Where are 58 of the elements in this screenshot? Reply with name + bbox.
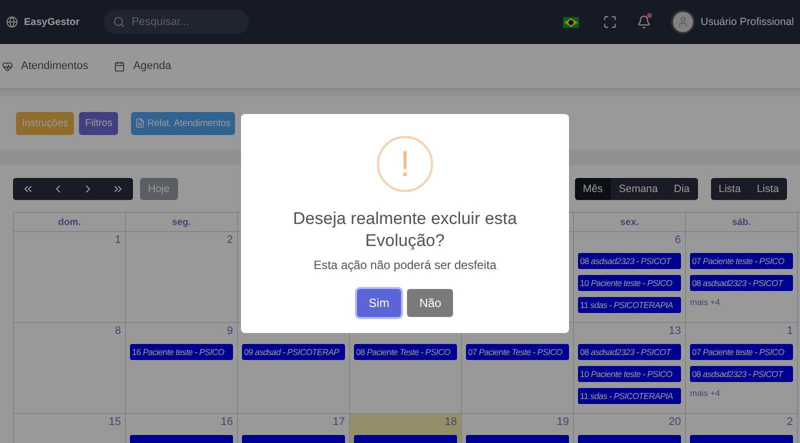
weekday-header: seg.	[172, 216, 191, 228]
dialog-message: Esta ação não poderá ser desfeita	[314, 258, 496, 272]
event[interactable]: 08 asdsad2323 - PSICOT	[690, 275, 793, 291]
user-name[interactable]: Usuário Profissional	[700, 16, 794, 28]
day-number[interactable]: 17	[332, 416, 345, 432]
event[interactable]: 10 Paciente teste - PSICO	[578, 275, 681, 291]
event[interactable]: 08 asdsad2323 - PSICOT	[578, 253, 681, 269]
cancel-button[interactable]: Não	[407, 289, 454, 317]
view-tab[interactable]: Mês	[574, 178, 611, 200]
dialog-title: Deseja realmente excluir esta Evolução?	[292, 208, 518, 252]
day-number[interactable]: 13	[668, 325, 681, 341]
action-button[interactable]: Filtros	[79, 112, 118, 134]
event[interactable]: 07 Paciente teste - PSICO	[690, 344, 793, 360]
event[interactable]: 08 asdsad2323 - PSICOT	[578, 344, 681, 360]
double-chevron-right-icon	[112, 183, 124, 195]
warning-icon: !	[377, 136, 433, 192]
day-number[interactable]: 19	[556, 416, 569, 432]
flag-icon[interactable]	[562, 16, 579, 28]
event[interactable]: 11 sdas - PSICOTERAPIA	[578, 297, 681, 313]
event[interactable]: 07 Paciente Teste - PSICO	[466, 344, 569, 360]
event[interactable]: 10 Paciente teste - PSICO	[578, 366, 681, 382]
day-number[interactable]: 15	[108, 416, 121, 432]
action-button[interactable]: Relat. Atendimentos	[131, 112, 234, 134]
day-number[interactable]: 2	[786, 416, 793, 432]
day-number[interactable]: 1	[786, 325, 793, 341]
document-icon	[135, 118, 146, 128]
day-number[interactable]: 8	[114, 325, 121, 341]
confirm-button[interactable]: Sim	[356, 289, 402, 317]
weekday-header: sáb.	[732, 216, 751, 228]
search-field[interactable]: Pesquisar...	[104, 10, 249, 34]
nav-item[interactable]: Atendimentos	[2, 60, 88, 72]
weekday-header: sex.	[620, 216, 639, 228]
calendar-icon	[114, 60, 126, 72]
day-number[interactable]: 20	[668, 416, 681, 432]
day-number[interactable]: 9	[226, 325, 233, 341]
avatar[interactable]	[670, 10, 695, 34]
event[interactable]: 09 asdsad - PSICOTERAP	[242, 344, 345, 360]
heart-pulse-icon	[2, 60, 13, 72]
fullscreen-icon[interactable]	[602, 15, 617, 29]
event[interactable]: 07 Paciente teste - PSICO	[690, 253, 793, 269]
day-number[interactable]: 1	[114, 234, 121, 250]
more-events-link[interactable]: mais +4	[690, 297, 720, 307]
event[interactable]: 08 Paciente Teste - PSICO	[354, 344, 457, 360]
event[interactable]: 11 sdas - PSICOTERAPIA	[578, 388, 681, 404]
weekday-header: dom.	[58, 216, 81, 228]
nav-item[interactable]: Agenda	[114, 60, 172, 72]
event[interactable]: 08 asdsad2323 - PSICOT	[690, 366, 793, 382]
brand-name: EasyGestor	[24, 16, 80, 28]
day-number[interactable]: 2	[226, 234, 233, 250]
day-number[interactable]: 6	[674, 234, 681, 250]
bell-icon[interactable]	[636, 15, 651, 29]
double-chevron-left-icon	[22, 183, 34, 195]
day-number[interactable]: 18	[444, 416, 457, 432]
search-icon	[112, 16, 125, 28]
event[interactable]: 16 Paciente teste - PSICO	[130, 344, 233, 360]
day-number[interactable]: 16	[220, 416, 233, 432]
more-events-link[interactable]: mais +4	[690, 388, 720, 398]
globe-icon	[6, 16, 18, 28]
